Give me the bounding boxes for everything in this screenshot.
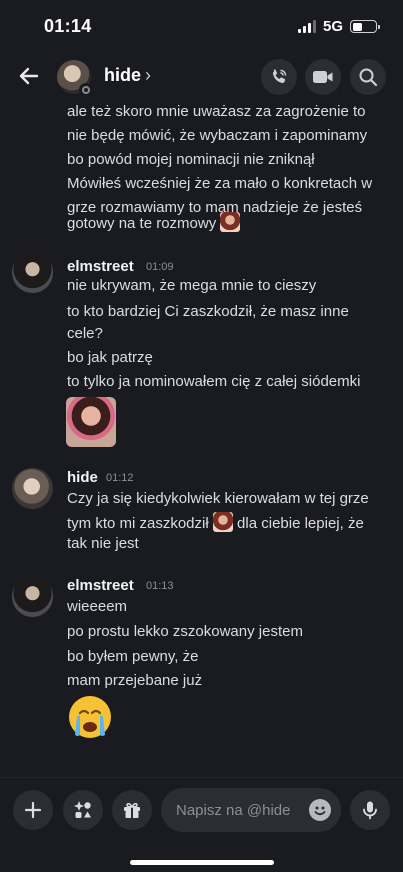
- message-author[interactable]: elmstreet: [67, 577, 134, 594]
- message-timestamp: 01:09: [146, 261, 174, 273]
- message-line: wieeeem: [67, 598, 128, 615]
- smiley-icon[interactable]: [309, 799, 331, 821]
- call-button[interactable]: [261, 59, 297, 95]
- message-line: to tylko ja nominowałem cię z całej siód…: [67, 373, 361, 390]
- message-list[interactable]: ale też skoro mnie uważasz za zagrożenie…: [0, 102, 403, 777]
- gift-icon: [124, 802, 140, 818]
- add-button[interactable]: [13, 790, 53, 830]
- avatar[interactable]: [12, 468, 53, 509]
- message-line: tym kto mi zaszkodził dla ciebie lepiej,…: [67, 512, 364, 534]
- apps-button[interactable]: [63, 790, 103, 830]
- search-icon: [359, 68, 378, 87]
- signal-icon: [297, 20, 316, 33]
- message-line: po prostu lekko zszokowany jestem: [67, 623, 303, 640]
- arrow-left-icon[interactable]: [16, 63, 42, 89]
- message-text: gotowy na te rozmowy: [67, 215, 217, 232]
- message-line: Czy ja się kiedykolwiek kierowałam w tej…: [67, 490, 369, 507]
- message-input-box[interactable]: [161, 788, 341, 832]
- message-line: bo byłem pewny, że: [67, 648, 199, 665]
- custom-emoji[interactable]: [220, 212, 241, 232]
- home-indicator: [130, 860, 274, 865]
- contact-name[interactable]: hide: [104, 65, 141, 86]
- message-line: ale też skoro mnie uważasz za zagrożenie…: [67, 103, 366, 120]
- avatar[interactable]: [12, 252, 53, 293]
- custom-emoji[interactable]: [212, 512, 233, 532]
- message-line: cele?: [67, 325, 103, 342]
- search-button[interactable]: [350, 59, 386, 95]
- plus-icon: [24, 801, 42, 819]
- chevron-right-icon[interactable]: ›: [145, 65, 151, 86]
- gift-button[interactable]: [112, 790, 152, 830]
- message-author[interactable]: elmstreet: [67, 258, 134, 275]
- video-camera-icon: [313, 71, 333, 83]
- network-label: 5G: [322, 18, 343, 35]
- phone-icon: [272, 69, 287, 84]
- status-icon: [79, 83, 93, 97]
- status-time: 01:14: [44, 16, 92, 36]
- microphone-icon: [363, 801, 377, 820]
- voice-button[interactable]: [350, 790, 390, 830]
- message-line: to kto bardziej Ci zaszkodził, że masz i…: [67, 303, 349, 320]
- apps-icon: [74, 801, 91, 818]
- chat-header: hide ›: [0, 52, 403, 102]
- message-author[interactable]: hide: [67, 469, 98, 486]
- message-line: bo powód mojej nominacji nie zniknął: [67, 151, 315, 168]
- message-input[interactable]: [176, 788, 300, 832]
- avatar[interactable]: [12, 576, 53, 617]
- message-line: gotowy na te rozmowy: [67, 212, 241, 234]
- message-line: Mówiłeś wcześniej że za mało o konkretac…: [67, 175, 373, 192]
- message-text: tym kto mi zaszkodził: [67, 515, 209, 532]
- message-text: dla ciebie lepiej, że: [237, 515, 364, 532]
- message-line: bo jak patrzę: [67, 349, 153, 366]
- sticker-image[interactable]: [66, 397, 116, 447]
- message-timestamp: 01:13: [146, 580, 174, 592]
- video-button[interactable]: [305, 59, 341, 95]
- composer-bar: [0, 777, 403, 872]
- status-indicators: 5G: [297, 18, 380, 35]
- status-bar: 01:14 5G: [0, 0, 403, 52]
- message-timestamp: 01:12: [106, 472, 134, 484]
- crying-face-icon[interactable]: [66, 693, 114, 741]
- message-line: mam przejebane już: [67, 672, 203, 689]
- message-line: nie ukrywam, że mega mnie to cieszy: [67, 277, 317, 294]
- battery-icon: [350, 20, 380, 33]
- message-line: nie będę mówić, że wybaczam i zapominamy: [67, 127, 368, 144]
- message-line: tak nie jest: [67, 535, 139, 552]
